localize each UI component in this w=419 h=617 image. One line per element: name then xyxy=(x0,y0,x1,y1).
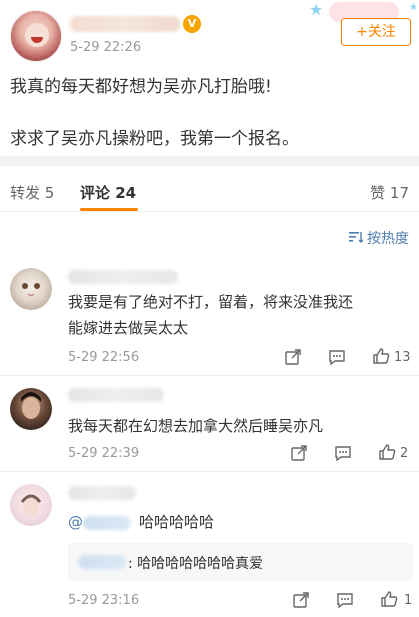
sort-label: 按热度 xyxy=(367,231,409,247)
comment-icon[interactable] xyxy=(336,591,354,613)
commenter-name-blurred[interactable] xyxy=(68,388,164,402)
mention-at[interactable]: @ xyxy=(68,513,83,531)
post-text-line: 求求了吴亦凡操粉吧，我第一个报名。 xyxy=(10,129,299,149)
active-tab-indicator xyxy=(80,208,138,211)
comment-time: 5-29 22:56 xyxy=(68,350,140,365)
star-icon: ★ xyxy=(309,0,324,19)
thumbs-up-icon[interactable] xyxy=(378,443,396,465)
interaction-tabs: 转发 5 评论 24 赞 17 xyxy=(0,166,419,212)
follow-button[interactable]: +关注 xyxy=(341,18,411,46)
avatar-face xyxy=(25,23,49,47)
tab-comments[interactable]: 评论 24 xyxy=(80,182,136,203)
thumbs-up-icon[interactable] xyxy=(380,590,398,612)
comment-text: 我要是有了绝对不打，留着，将来没准我还 xyxy=(68,293,354,311)
sort-icon xyxy=(349,231,364,247)
comment-icon[interactable] xyxy=(334,444,352,466)
weibo-post: V 5-29 22:26 ★ ★ +关注 我真的每天都好想为吴亦凡打胎哦! 求求… xyxy=(0,0,419,156)
vip-badge-icon: V xyxy=(183,15,201,33)
tab-reposts[interactable]: 转发 5 xyxy=(10,182,54,203)
star-icon: ★ xyxy=(409,2,418,13)
like-count: 1 xyxy=(404,593,413,608)
thumbs-up-icon[interactable] xyxy=(372,347,390,369)
like-count: 13 xyxy=(394,350,411,365)
comment-text: 我每天都在幻想去加拿大然后睡吴亦凡 xyxy=(68,417,324,435)
share-icon[interactable] xyxy=(292,591,310,613)
share-icon[interactable] xyxy=(284,348,302,370)
commenter-avatar[interactable] xyxy=(10,484,52,526)
post-time: 5-29 22:26 xyxy=(70,40,142,55)
post-text-line: 我真的每天都好想为吴亦凡打胎哦! xyxy=(10,77,272,97)
share-icon[interactable] xyxy=(290,444,308,466)
comment-item: 我要是有了绝对不打，留着，将来没准我还 能嫁进去做吴太太 5-29 22:56 … xyxy=(0,258,419,376)
mention-name-blurred[interactable] xyxy=(83,515,131,530)
reply-text: : 哈哈哈哈哈哈哈真爱 xyxy=(128,556,264,572)
comment-time: 5-29 22:39 xyxy=(68,446,140,461)
comment-text: 哈哈哈哈哈 xyxy=(139,513,215,531)
sort-by-hot-button[interactable]: 按热度 xyxy=(349,228,409,248)
comment-text-row: @ 哈哈哈哈哈 xyxy=(68,510,214,534)
commenter-name-blurred[interactable] xyxy=(68,270,178,284)
commenter-avatar[interactable] xyxy=(10,268,52,310)
author-avatar[interactable] xyxy=(10,10,62,62)
comment-icon[interactable] xyxy=(328,348,346,370)
tab-likes[interactable]: 赞 17 xyxy=(370,182,409,203)
reply-preview[interactable]: : 哈哈哈哈哈哈哈真爱 xyxy=(68,543,413,581)
comment-text: 能嫁进去做吴太太 xyxy=(68,319,189,337)
comment-item: 我每天都在幻想去加拿大然后睡吴亦凡 5-29 22:39 2 xyxy=(0,376,419,472)
reply-author-blurred[interactable] xyxy=(78,555,126,569)
commenter-name-blurred[interactable] xyxy=(68,486,136,500)
section-divider xyxy=(0,156,419,166)
comment-time: 5-29 23:16 xyxy=(68,593,140,608)
commenter-avatar[interactable] xyxy=(10,388,52,430)
like-count: 2 xyxy=(400,446,409,461)
author-name-blurred[interactable] xyxy=(70,16,180,32)
